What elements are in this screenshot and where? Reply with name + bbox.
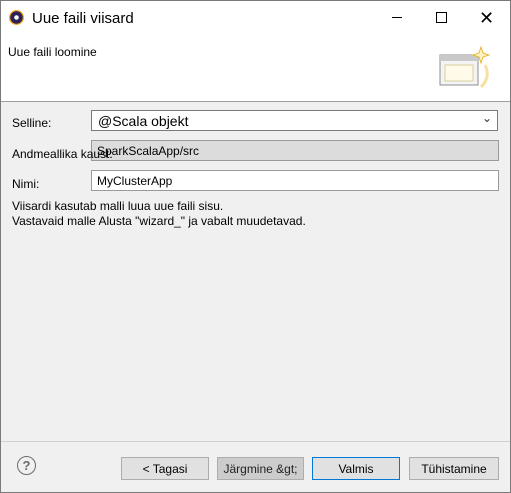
minimize-button[interactable] <box>374 1 419 34</box>
back-button[interactable]: < Tagasi <box>121 457 209 480</box>
header-description: Uue faili loomine <box>8 45 97 59</box>
maximize-icon <box>436 12 447 23</box>
source-folder-label: Andmeallika kaust: <box>12 147 113 161</box>
eclipse-app-icon <box>9 10 24 25</box>
close-icon: ✕ <box>478 7 495 28</box>
name-label: Nimi: <box>12 177 40 191</box>
name-field[interactable] <box>91 170 499 191</box>
type-selected-value: @Scala objekt <box>98 113 189 129</box>
maximize-button[interactable] <box>419 1 464 34</box>
info-line-1: Viisardi kasutab malli luua uue faili si… <box>12 199 224 213</box>
window-title: Uue faili viisard <box>32 10 134 27</box>
new-file-wizard-icon <box>439 45 491 89</box>
close-button[interactable]: ✕ <box>464 1 509 34</box>
info-line-2: Vastavaid malle Alusta "wizard_" ja vaba… <box>12 214 306 228</box>
next-button[interactable]: Järgmine &gt; <box>217 457 304 480</box>
footer-divider <box>1 441 510 442</box>
finish-button[interactable]: Valmis <box>312 457 400 480</box>
minimize-icon <box>391 17 402 18</box>
type-dropdown[interactable]: @Scala objekt ⌄ <box>91 110 498 131</box>
type-label: Selline: <box>12 116 52 130</box>
chevron-down-icon: ⌄ <box>481 111 492 125</box>
wizard-window: Uue faili viisard ✕ Uue faili loomine Se… <box>0 0 511 493</box>
title-bar: Uue faili viisard ✕ <box>1 1 510 35</box>
help-icon[interactable]: ? <box>17 456 36 475</box>
source-folder-field[interactable] <box>91 140 499 161</box>
cancel-button[interactable]: Tühistamine <box>409 457 499 480</box>
wizard-header: Uue faili loomine <box>1 35 510 102</box>
info-text: Viisardi kasutab malli luua uue faili si… <box>12 199 306 229</box>
